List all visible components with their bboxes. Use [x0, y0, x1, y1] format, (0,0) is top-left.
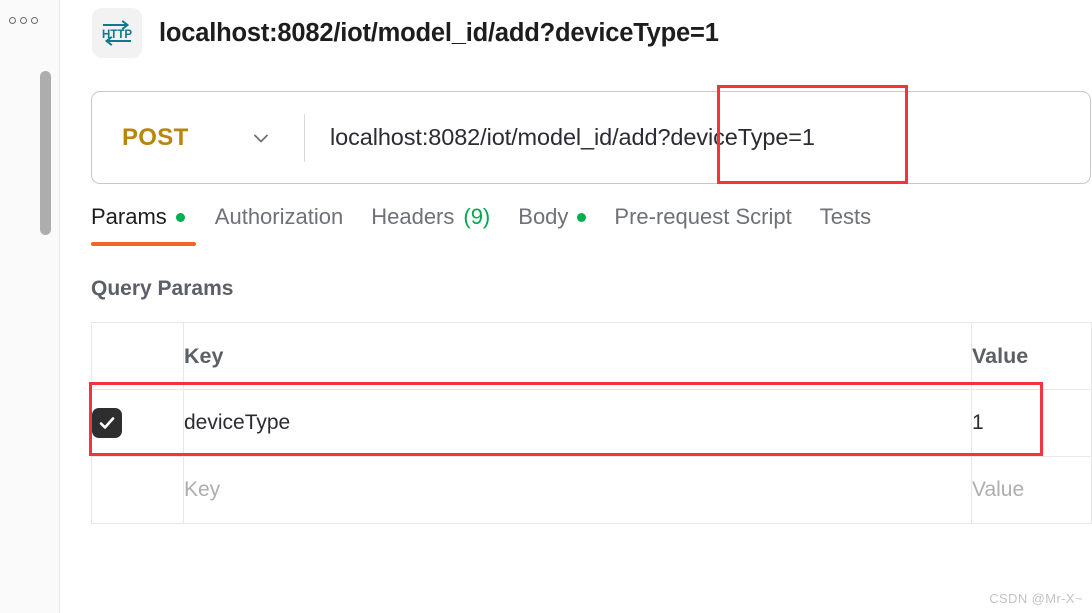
tab-params[interactable]: Params	[91, 204, 215, 246]
checkbox-checked-icon[interactable]	[92, 408, 122, 438]
tab-pre-request-script[interactable]: Pre-request Script	[614, 204, 819, 246]
request-tabs: Params Authorization Headers (9) Body Pr…	[91, 204, 899, 246]
tab-params-label: Params	[91, 204, 167, 229]
table-header-row: Key Value	[91, 322, 1092, 390]
vertical-scrollbar[interactable]	[40, 71, 51, 235]
active-tab-underline	[91, 242, 196, 246]
params-indicator-dot	[175, 212, 185, 222]
three-dots-icon[interactable]	[9, 17, 38, 24]
row-key-value: deviceType	[184, 411, 291, 434]
tab-body-label: Body	[518, 204, 569, 229]
query-params-table: Key Value deviceType 1 Key Value	[91, 322, 1092, 524]
tab-authorization[interactable]: Authorization	[215, 204, 371, 246]
url-input[interactable]: localhost:8082/iot/model_id/add?deviceTy…	[305, 124, 815, 151]
row-value-cell[interactable]: 1	[971, 389, 1092, 457]
dot-1	[9, 17, 16, 24]
row-checkbox-cell[interactable]	[91, 389, 184, 457]
tab-tests[interactable]: Tests	[820, 204, 899, 246]
table-row[interactable]: Key Value	[91, 456, 1092, 524]
tab-body[interactable]: Body	[518, 204, 614, 246]
url-bar: POST localhost:8082/iot/model_id/add?dev…	[91, 91, 1091, 184]
query-params-title: Query Params	[91, 277, 234, 300]
row-key-placeholder: Key	[184, 478, 221, 501]
table-row[interactable]: deviceType 1	[91, 389, 1092, 457]
request-header: HTTP localhost:8082/iot/model_id/add?dev…	[92, 8, 719, 58]
chevron-down-icon[interactable]	[250, 127, 272, 149]
method-label: POST	[122, 123, 189, 151]
tab-tests-label: Tests	[819, 204, 872, 229]
row-key-cell-empty[interactable]: Key	[183, 456, 972, 524]
page-title: localhost:8082/iot/model_id/add?deviceTy…	[159, 18, 719, 47]
method-selector[interactable]: POST	[92, 92, 304, 183]
tab-authorization-label: Authorization	[214, 204, 344, 229]
http-icon: HTTP	[92, 8, 142, 58]
body-indicator-dot	[577, 212, 587, 222]
row-value-value: 1	[972, 411, 984, 434]
header-value: Value	[971, 322, 1092, 390]
left-sidebar	[0, 0, 60, 613]
tab-pre-request-script-label: Pre-request Script	[614, 204, 792, 229]
row-key-cell[interactable]: deviceType	[183, 389, 972, 457]
header-key: Key	[183, 322, 972, 390]
watermark: CSDN @Mr-X~	[989, 591, 1083, 606]
headers-count: (9)	[463, 204, 491, 229]
tab-headers[interactable]: Headers (9)	[371, 204, 518, 246]
row-value-cell-empty[interactable]: Value	[971, 456, 1092, 524]
svg-text:HTTP: HTTP	[102, 29, 132, 41]
tab-headers-label: Headers	[371, 204, 455, 229]
row-value-placeholder: Value	[972, 478, 1025, 501]
dot-2	[20, 17, 27, 24]
header-checkbox-cell	[91, 322, 184, 390]
dot-3	[31, 17, 38, 24]
row-checkbox-cell-empty[interactable]	[91, 456, 184, 524]
